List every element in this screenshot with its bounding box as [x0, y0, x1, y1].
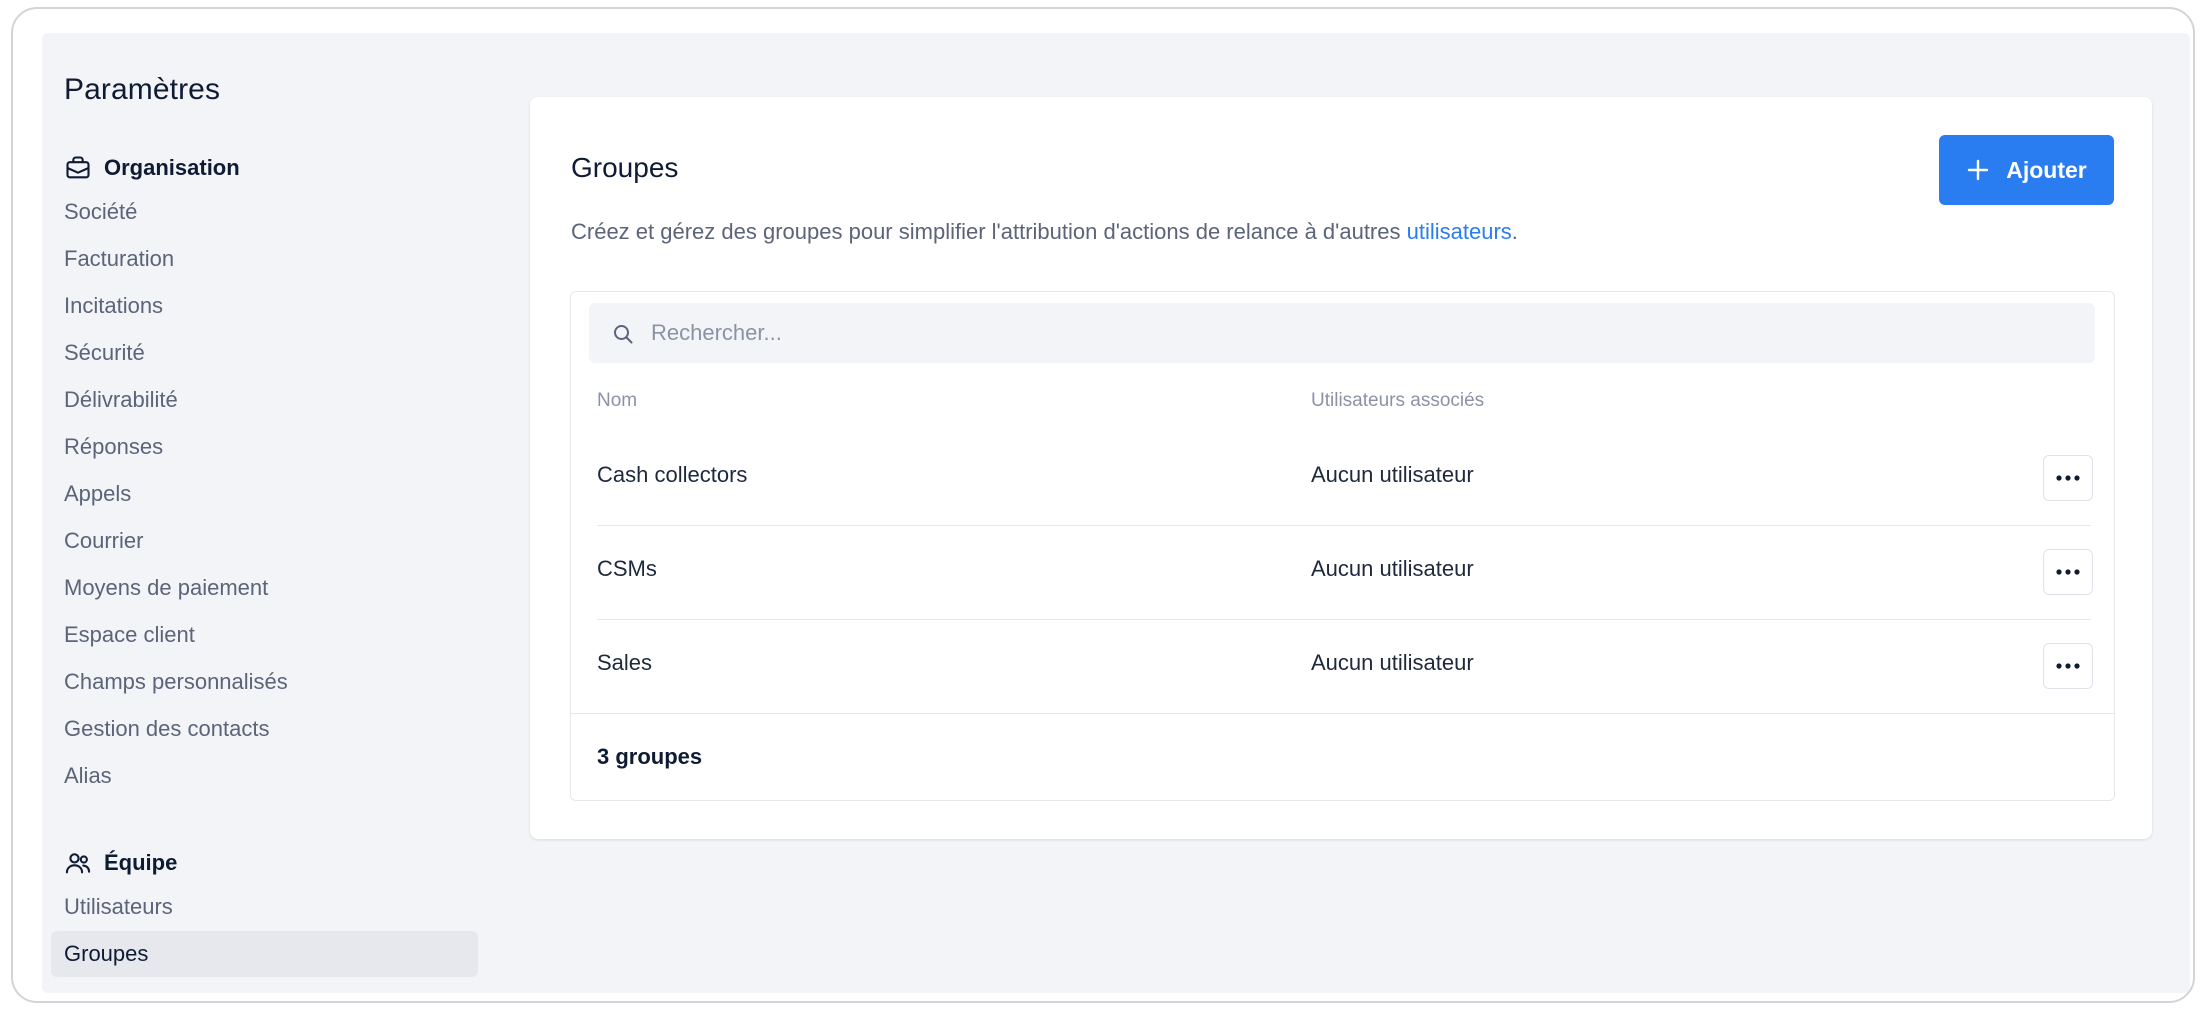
add-button-label: Ajouter [2006, 156, 2087, 183]
plus-icon [1968, 159, 1989, 181]
table-row: Cash collectors Aucun utilisateur [597, 432, 2093, 526]
group-users: Aucun utilisateur [1311, 650, 1474, 675]
sidebar-item-moyens-de-paiement[interactable]: Moyens de paiement [64, 571, 268, 605]
sidebar-item-delivrabilite[interactable]: Délivrabilité [64, 383, 178, 417]
sidebar-item-utilisateurs[interactable]: Utilisateurs [64, 890, 173, 924]
search-bar [589, 303, 2095, 363]
sidebar-item-reponses[interactable]: Réponses [64, 430, 163, 464]
row-actions-button[interactable] [2043, 455, 2093, 501]
briefcase-icon [66, 156, 90, 179]
group-name: CSMs [597, 556, 657, 581]
group-users: Aucun utilisateur [1311, 556, 1474, 581]
sidebar-section-organisation: Organisation [64, 151, 240, 185]
more-icon [2056, 569, 2080, 575]
window-frame: Paramètres Organisation Société Facturat… [11, 7, 2195, 1003]
more-icon [2056, 663, 2080, 669]
settings-sidebar: Paramètres Organisation Société Facturat… [42, 33, 512, 993]
table-row: Sales Aucun utilisateur [597, 620, 2093, 714]
sidebar-item-groupes[interactable]: Groupes [51, 931, 478, 977]
sidebar-item-espace-client[interactable]: Espace client [64, 618, 195, 652]
sidebar-item-facturation[interactable]: Facturation [64, 242, 174, 276]
group-users: Aucun utilisateur [1311, 462, 1474, 487]
sidebar-item-societe[interactable]: Société [64, 195, 137, 229]
sidebar-item-appels[interactable]: Appels [64, 477, 131, 511]
page-title: Groupes [571, 152, 679, 183]
column-header-users: Utilisateurs associés [1311, 390, 1485, 411]
sidebar-section-label: Équipe [104, 850, 178, 875]
app-content: Paramètres Organisation Société Facturat… [42, 33, 2190, 993]
table-row: CSMs Aucun utilisateur [597, 526, 2093, 620]
sidebar-item-courrier[interactable]: Courrier [64, 524, 143, 558]
more-icon [2056, 475, 2080, 481]
column-header-name: Nom [597, 390, 638, 411]
row-actions-button[interactable] [2043, 643, 2093, 689]
description-text: Créez et gérez des groupes pour simplifi… [571, 219, 1407, 244]
row-actions-button[interactable] [2043, 549, 2093, 595]
description-suffix: . [1511, 219, 1518, 244]
search-icon [614, 325, 633, 344]
sidebar-title: Paramètres [64, 73, 221, 106]
sidebar-item-securite[interactable]: Sécurité [64, 336, 145, 370]
add-group-button[interactable]: Ajouter [1939, 135, 2114, 205]
sidebar-item-champs-personnalises[interactable]: Champs personnalisés [64, 665, 288, 699]
sidebar-item-incitations[interactable]: Incitations [64, 289, 163, 323]
sidebar-item-alias[interactable]: Alias [64, 759, 112, 793]
group-count: 3 groupes [597, 744, 703, 769]
groups-table: Nom Utilisateurs associés Cash collector… [570, 291, 2115, 801]
users-link[interactable]: utilisateurs [1407, 219, 1512, 244]
group-name: Sales [597, 650, 653, 675]
table-footer-divider [571, 713, 2114, 714]
groups-card: Groupes Ajouter Créez et gérez des group… [530, 97, 2152, 839]
sidebar-section-label: Organisation [104, 155, 240, 180]
group-name: Cash collectors [597, 462, 748, 487]
sidebar-section-equipe: Équipe [64, 846, 177, 880]
search-input[interactable] [651, 303, 2071, 363]
page-description: Créez et gérez des groupes pour simplifi… [571, 219, 1518, 245]
sidebar-item-gestion-des-contacts[interactable]: Gestion des contacts [64, 712, 269, 746]
users-icon [65, 853, 91, 874]
